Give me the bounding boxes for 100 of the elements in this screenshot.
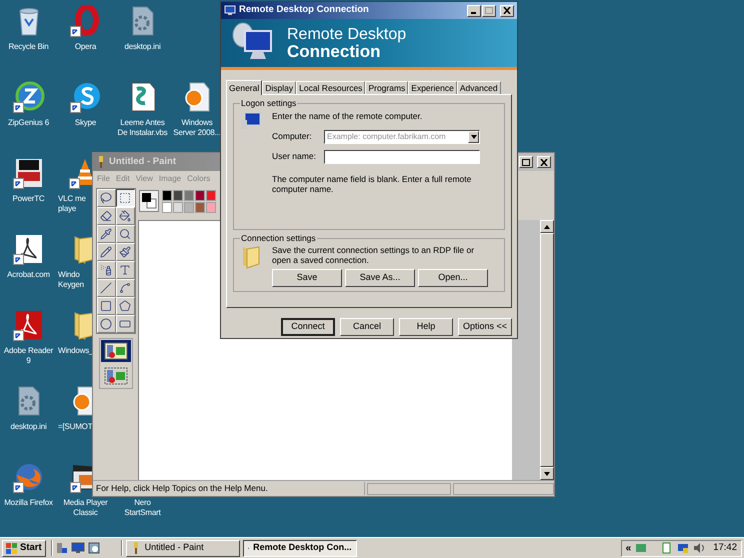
hint-text: The computer name field is blank. Enter a full remote computer name. (272, 174, 472, 194)
windows-flag-icon (6, 542, 18, 554)
tab[interactable]: Advanced (456, 81, 501, 94)
color-swatch[interactable] (173, 190, 183, 200)
dialog-button[interactable]: Help (399, 318, 453, 336)
desktop-icon-label[interactable]: ZipGenius 6 (8, 118, 49, 128)
lasso-icon (100, 192, 112, 204)
desktop-icon-label[interactable]: desktop.ini (124, 42, 161, 52)
maximize-button[interactable] (519, 156, 533, 168)
text-tool-icon (119, 264, 131, 276)
server-icon[interactable] (56, 542, 68, 554)
line-icon (100, 282, 112, 294)
desktop-icon-label[interactable]: Skype (74, 118, 96, 128)
device-icon[interactable] (661, 542, 674, 554)
instruction-text: Enter the name of the remote computer. (272, 110, 424, 122)
taskbar-button[interactable]: Remote Desktop Con... (242, 540, 357, 556)
scroll-down-button[interactable] (540, 467, 554, 480)
tray-expand-button[interactable]: « (626, 540, 632, 556)
dashed-square-icon (119, 192, 131, 204)
brush-icon (96, 156, 106, 168)
color-selector-icon[interactable] (139, 190, 159, 212)
shapes-icon (104, 342, 128, 360)
dialog-button[interactable]: Save (272, 268, 342, 287)
tab[interactable]: Local Resources (296, 81, 366, 94)
magnifier-icon (119, 228, 131, 240)
pipette-icon (100, 228, 112, 240)
computer-combobox[interactable]: Example: computer.fabrikam.com (324, 130, 480, 144)
scroll-up-button[interactable] (540, 220, 554, 233)
maximize-icon (522, 158, 530, 166)
color-swatch[interactable] (162, 190, 172, 200)
rounded-rectangle-icon (119, 318, 131, 330)
dialog-button[interactable]: Connect (281, 318, 335, 336)
banner-title: Remote Desktop (287, 26, 406, 43)
minimize-button[interactable] (467, 4, 481, 16)
dialog-button[interactable]: Open... (418, 268, 488, 287)
maximize-button[interactable] (482, 4, 496, 16)
desktop-icon-label[interactable]: Media Player Classic (63, 498, 108, 518)
close-button[interactable] (537, 156, 551, 168)
description-text: Save the current connection settings to an RDP file or open a saved connection. (272, 244, 476, 265)
desktop-icon-label[interactable]: Recycle Bin (8, 42, 49, 52)
color-swatch[interactable] (206, 190, 216, 200)
start-button[interactable]: Start (2, 540, 46, 556)
curve-icon (119, 282, 131, 294)
desktop-icon-label[interactable]: Leeme Antes De Instalar.vbs (118, 118, 168, 138)
user-name-field[interactable] (324, 150, 480, 164)
pencil-icon (100, 246, 112, 258)
dialog-button[interactable]: Save As... (345, 268, 415, 287)
desktop-icon-label[interactable]: Windows Server 2008... (173, 118, 221, 138)
down-arrow-icon (544, 472, 550, 476)
color-swatch[interactable] (162, 202, 172, 212)
maximize-icon (485, 7, 493, 14)
clock: 17:42 (713, 540, 737, 555)
speaker-icon[interactable] (693, 542, 706, 554)
field-label: User name: (272, 150, 317, 163)
folder-icon (240, 244, 262, 269)
desktop-icon-label[interactable]: Opera (74, 42, 96, 52)
close-icon (540, 158, 548, 166)
window-icon[interactable] (88, 542, 100, 554)
desktop-icon-label[interactable]: Windows_ (58, 346, 94, 356)
banner-title: Connection (287, 43, 380, 60)
desktop-icon-label[interactable]: Adobe Reader 9 (4, 346, 54, 366)
tab[interactable]: Display (262, 81, 296, 94)
desktop-icon-label[interactable]: desktop.ini (10, 422, 47, 432)
rectangle-icon (100, 300, 112, 312)
group-title: Connection settings (240, 232, 317, 245)
brush-icon (119, 246, 131, 258)
up-arrow-icon (544, 224, 550, 228)
tab[interactable]: Programs (365, 81, 408, 94)
dialog-button[interactable]: Cancel (340, 318, 394, 336)
color-swatch[interactable] (173, 202, 183, 212)
close-button[interactable] (500, 4, 514, 16)
color-swatch[interactable] (195, 190, 205, 200)
desktop-icon-label[interactable]: Acrobat.com (7, 270, 50, 280)
tool-button[interactable] (116, 189, 134, 207)
status-bar-text: For Help, click Help Topics on the Help Menu. (93, 482, 365, 495)
desktop-icon-label[interactable]: Mozilla Firefox (4, 498, 53, 508)
shapes-icon (104, 367, 128, 385)
eraser-icon (100, 210, 112, 222)
window-title: Remote Desktop Connection (239, 3, 369, 18)
desktop-icon-label[interactable]: Nero StartSmart (124, 498, 161, 518)
desktop-icon-label[interactable]: PowerTC (12, 194, 44, 204)
tab[interactable]: General (226, 80, 262, 95)
polygon-icon (119, 300, 131, 312)
desktop-icon-label[interactable]: VLC me playe (58, 194, 86, 214)
tab[interactable]: Experience (408, 81, 457, 94)
color-swatch[interactable] (184, 190, 194, 200)
group-title: Logon settings (240, 97, 298, 110)
dialog-button[interactable]: Options << (458, 318, 512, 336)
ellipse-icon (100, 318, 112, 330)
color-swatch[interactable] (206, 202, 216, 212)
desktop-icon-label[interactable]: Windo Keygen (58, 270, 84, 290)
dropdown-arrow-icon (470, 134, 476, 138)
taskbar-button[interactable]: Untitled - Paint (126, 540, 240, 556)
color-swatch[interactable] (195, 202, 205, 212)
desktop-icon-label[interactable]: =[SUMOT (58, 422, 92, 432)
desktop-icon[interactable] (70, 542, 85, 554)
window-title: Untitled - Paint (109, 154, 176, 169)
close-icon (503, 7, 511, 14)
transparency-option[interactable] (100, 340, 130, 362)
color-swatch[interactable] (184, 202, 194, 212)
